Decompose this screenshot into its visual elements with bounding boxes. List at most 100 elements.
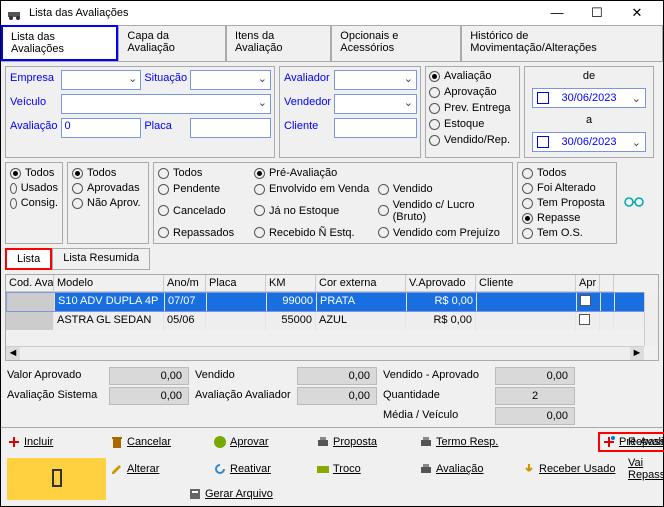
plus-icon [7,435,21,449]
col-placa[interactable]: Placa [206,275,266,292]
rg4-repasse[interactable]: Repasse [522,212,612,224]
veiculo-select[interactable] [61,94,272,114]
alterar-button[interactable]: Alterar [108,456,211,482]
tab-capa[interactable]: Capa da Avaliação [118,25,226,61]
avaliador-select[interactable] [334,70,417,90]
rg3-cancelado[interactable]: Cancelado [158,199,251,224]
rg3-vendido-lucro[interactable]: Vendido c/ Lucro (Bruto) [378,199,508,224]
scope-vendido-rep[interactable]: Vendido/Rep. [429,134,516,146]
search-button[interactable] [621,162,647,244]
aprovar-button[interactable]: Aprovar [211,432,314,452]
tab-lista-resumida[interactable]: Lista Resumida [52,248,150,270]
date-to[interactable]: 30/06/2023 [532,132,646,152]
grid-header: Cod. Aval Modelo Ano/m Placa KM Cor exte… [6,275,658,292]
scope-avaliacao[interactable]: Avaliação [429,70,516,82]
troco-button[interactable]: Troco [314,456,417,482]
minimize-button[interactable]: — [537,1,577,25]
apr-checkbox[interactable] [579,314,590,325]
data-grid[interactable]: Cod. Aval Modelo Ano/m Placa KM Cor exte… [5,274,659,361]
rg3-ja-estoque[interactable]: Já no Estoque [254,199,375,224]
rg1-usados[interactable]: Usados [10,182,58,194]
filter-group-dates: de 30/06/2023 a 30/06/2023 [524,66,654,158]
col-modelo[interactable]: Modelo [54,275,164,292]
status-filters: Todos Usados Consig. Todos Aprovadas Não… [1,162,663,248]
gerar-arquivo-button[interactable]: Gerar Arquivo [186,486,286,502]
col-ano[interactable]: Ano/m [164,275,206,292]
avaliacao-input[interactable]: 0 [61,118,142,138]
close-button[interactable]: ✕ [617,1,657,25]
col-cod[interactable]: Cod. Aval [6,275,54,292]
aval-sistema-value: 0,00 [109,387,189,405]
main-tabs: Lista das Avaliações Capa da Avaliação I… [1,25,663,62]
scope-aprovacao[interactable]: Aprovação [429,86,516,98]
tab-lista[interactable]: Lista [5,248,52,270]
vendedor-select[interactable] [334,94,417,114]
rg3-envolvido[interactable]: Envolvido em Venda [254,183,375,196]
rg2-nao-aprov[interactable]: Não Aprov. [72,197,144,209]
exit-button[interactable] [7,458,106,500]
scope-estoque[interactable]: Estoque [429,118,516,130]
scroll-left-icon[interactable]: ◄ [6,347,20,361]
filter-group-people: Avaliador Vendedor Cliente [279,66,421,158]
rg4-tem-os[interactable]: Tem O.S. [522,227,612,239]
placa-input[interactable] [190,118,271,138]
tab-historico[interactable]: Histórico de Movimentação/Alterações [461,25,663,61]
situacao-label: Situação [143,70,188,90]
situacao-select[interactable] [190,70,271,90]
date-from[interactable]: 30/06/2023 [532,88,646,108]
valor-aprovado-label: Valor Aprovado [5,367,105,385]
col-vaprovado[interactable]: V.Aprovado [406,275,476,292]
apr-checkbox[interactable] [580,295,591,306]
glasses-icon [624,196,644,211]
money-icon [316,462,330,476]
col-cor[interactable]: Cor externa [316,275,406,292]
quantidade-value: 2 [495,387,575,405]
reativar-button[interactable]: Reativar [211,456,314,482]
tab-itens[interactable]: Itens da Avaliação [226,25,331,61]
col-apr[interactable]: Apr [576,275,600,292]
receber-button[interactable]: Receber Usado [520,456,623,482]
col-km[interactable]: KM [266,275,316,292]
rg1-consig[interactable]: Consig. [10,197,58,209]
titlebar: Lista das Avaliações — ☐ ✕ [1,1,663,25]
rg1-todos[interactable]: Todos [10,167,58,179]
rg2-aprovadas[interactable]: Aprovadas [72,182,144,194]
table-row[interactable]: S10 ADV DUPLA 4P07/07 99000 PRATAR$ 0,00 [6,292,658,312]
incluir-button[interactable]: Incluir [5,432,108,452]
avaliacao-button[interactable]: Avaliação [417,456,520,482]
cliente-label: Cliente [283,118,332,138]
edit-icon [110,462,124,476]
rg3-repassados[interactable]: Repassados [158,226,251,239]
rg3-recebido[interactable]: Recebido Ñ Estq. [254,226,375,239]
vertical-scrollbar[interactable] [644,292,658,346]
tab-lista-avaliacoes[interactable]: Lista das Avaliações [1,25,118,61]
empresa-select[interactable] [61,70,142,90]
rg2-todos[interactable]: Todos [72,167,144,179]
rg4-todos[interactable]: Todos [522,167,612,179]
rg3-vendido-prej[interactable]: Vendido com Prejuízo [378,226,508,239]
rg3-pendente[interactable]: Pendente [158,183,251,196]
termo-button[interactable]: Termo Resp. [417,432,520,452]
scroll-right-icon[interactable]: ► [630,347,644,361]
scope-prev-entrega[interactable]: Prev. Entrega [429,102,516,114]
app-window: Lista das Avaliações — ☐ ✕ Lista das Ava… [0,0,664,507]
proposta-button[interactable]: Proposta [314,432,417,452]
table-row[interactable]: ASTRA GL SEDAN05/06 55000 AZULR$ 0,00 [6,312,658,330]
rg4-alterado[interactable]: Foi Alterado [522,182,612,194]
horizontal-scrollbar[interactable]: ◄ ► [6,346,644,360]
tab-opcionais[interactable]: Opcionais e Acessórios [331,25,461,61]
totals-panel: Valor Aprovado 0,00 Vendido 0,00 Vendido… [5,367,659,425]
rg4-proposta[interactable]: Tem Proposta [522,197,612,209]
aval-avaliador-value: 0,00 [297,387,377,405]
vendido-aprovado-label: Vendido - Aprovado [381,367,491,385]
rg3-vendido[interactable]: Vendido [378,183,508,196]
rg3-todos[interactable]: Todos [158,167,251,180]
rg3-preaval[interactable]: Pré-Avaliação [254,167,375,180]
preavaliacao-button[interactable]: Pré-Avaliação [598,432,664,452]
col-cliente[interactable]: Cliente [476,275,576,292]
date-from-label: de [528,70,650,82]
cliente-input[interactable] [334,118,417,138]
cancelar-button[interactable]: Cancelar [108,432,211,452]
vai-repassar-button[interactable]: Vai Repassar [623,456,659,482]
maximize-button[interactable]: ☐ [577,1,617,25]
